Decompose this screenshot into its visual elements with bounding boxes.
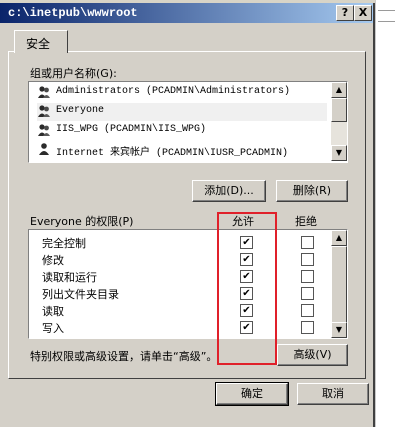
permission-row: 列出文件夹目录 ✔ [29,285,329,302]
close-button[interactable]: X [354,5,372,21]
group-list-item[interactable]: Everyone [37,103,327,121]
ok-button[interactable]: 确定 [215,382,289,406]
scroll-up-arrow-icon[interactable]: ▲ [331,82,347,98]
permission-row: 读取和运行 ✔ [29,268,329,285]
group-user-list[interactable]: Administrators (PCADMIN\Administrators) E… [28,81,348,163]
deny-checkbox[interactable] [301,253,314,266]
deny-checkbox[interactable] [301,270,314,283]
user-group-icon [37,104,51,118]
group-name: Administrators (PCADMIN\Administrators) [56,86,291,97]
deny-checkbox[interactable] [301,287,314,300]
user-group-icon [37,85,51,99]
deny-checkbox[interactable] [301,236,314,249]
permission-name: 修改 [42,254,64,267]
highlight-box [217,212,277,365]
group-name: Everyone [56,105,105,116]
deny-checkbox[interactable] [301,321,314,334]
tab-security[interactable]: 安全 [14,30,68,53]
title-bar[interactable]: c:\inetpub\wwwroot ? X [0,3,373,23]
permission-row: 写入 ✔ [29,319,329,336]
permission-name: 读取 [42,305,64,318]
group-list-item[interactable]: IIS_WPG (PCADMIN\IIS_WPG) [37,122,327,140]
perm-scroll-thumb[interactable] [331,246,347,323]
background-window [375,0,395,427]
group-name: Internet 来宾帐户 (PCADMIN\IUSR_PCADMIN) [56,148,289,159]
deny-checkbox[interactable] [301,304,314,317]
permission-list-scrollbar[interactable]: ▲ ▼ [331,230,347,338]
group-list-item[interactable]: Administrators (PCADMIN\Administrators) [37,84,327,102]
remove-button[interactable]: 删除(R) [276,180,348,202]
deny-column-header: 拒绝 [295,215,317,228]
scroll-down-arrow-icon[interactable]: ▼ [331,145,347,161]
group-list-item[interactable]: Internet 来宾帐户 (PCADMIN\IUSR_PCADMIN) [37,141,327,159]
cancel-button[interactable]: 取消 [297,383,369,405]
help-button[interactable]: ? [336,5,354,21]
group-list-scrollbar[interactable]: ▲ ▼ [331,82,347,161]
permission-row: 读取 ✔ [29,302,329,319]
window-title: c:\inetpub\wwwroot [8,6,138,20]
permission-name: 写入 [42,322,64,335]
tab-label: 安全 [26,37,51,51]
perm-scroll-down-arrow-icon[interactable]: ▼ [331,322,347,338]
groups-label: 组或用户名称(G): [30,67,117,80]
permission-name: 列出文件夹目录 [42,288,119,301]
permission-list: 完全控制 ✔ 修改 ✔ 读取和运行 ✔ 列出文件夹目录 ✔ 读取 ✔ 写入 ✔ [28,229,348,339]
advanced-button[interactable]: 高级(V) [277,344,348,366]
permission-name: 读取和运行 [42,271,97,284]
perm-scroll-up-arrow-icon[interactable]: ▲ [331,230,347,246]
special-permissions-note: 特别权限或高级设置，请单击“高级”。 [30,350,218,363]
user-icon [37,142,51,156]
add-button[interactable]: 添加(D)... [192,180,266,202]
permissions-label: Everyone 的权限(P) [30,215,134,228]
group-name: IIS_WPG (PCADMIN\IIS_WPG) [56,124,207,135]
permission-name: 完全控制 [42,237,86,250]
permission-row: 修改 ✔ [29,251,329,268]
permission-row: 完全控制 ✔ [29,234,329,251]
security-properties-dialog: c:\inetpub\wwwroot ? X 安全 组或用户名称(G): Adm… [0,3,375,427]
user-group-icon [37,123,51,137]
scroll-thumb[interactable] [331,98,347,122]
